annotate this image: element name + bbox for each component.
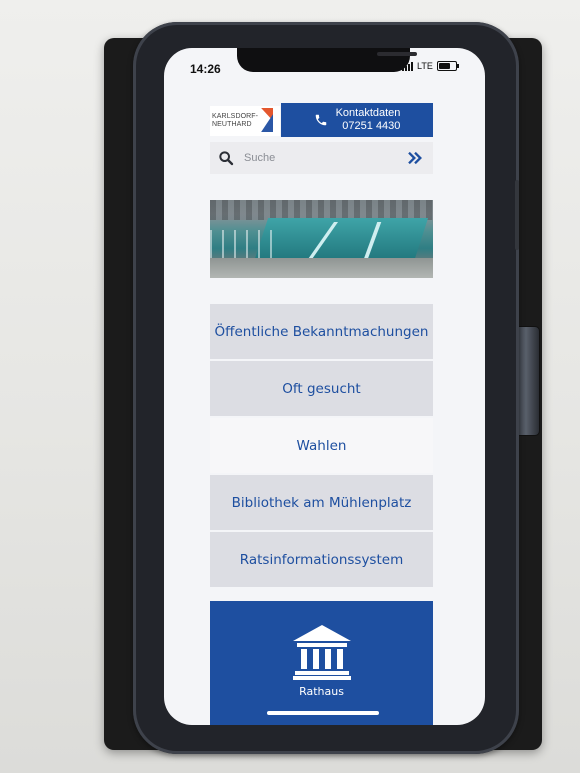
battery-fill [438,63,450,69]
phone-icon [315,114,326,126]
search-icon [219,151,234,166]
notch [237,48,417,72]
hero-image-swimming-pool [210,200,433,278]
contact-button[interactable]: Kontaktdaten 07251 4430 [281,103,433,137]
network-label: LTE [417,61,433,71]
contact-label: Kontaktdaten [335,107,401,119]
logo-text: KARLSDORF- NEUTHARD [212,113,258,129]
search-bar[interactable]: Suche [210,142,433,174]
logo-line-2: NEUTHARD [212,121,252,128]
menu-item-wahlen[interactable]: Wahlen [210,418,433,473]
town-hall-icon [292,625,351,680]
signal-icon [402,61,413,71]
contact-text: Kontaktdaten 07251 4430 [336,107,401,133]
search-input[interactable]: Suche [244,152,407,164]
contact-phone: 07251 4430 [342,120,401,132]
status-time: 14:26 [190,62,221,76]
menu-item-bekanntmachungen[interactable]: Öffentliche Bekanntmachungen [210,304,433,359]
battery-icon [436,61,459,71]
phone-side-button [515,180,519,250]
logo-mark-icon [261,108,274,134]
menu-item-bibliothek[interactable]: Bibliothek am Mühlenplatz [210,475,433,530]
phone-screen: 14:26 LTE KARLSDORF- NEUTHARD Kontaktdat… [164,48,485,725]
menu-item-ratsinformationssystem[interactable]: Ratsinformationssystem [210,532,433,587]
municipality-logo[interactable]: KARLSDORF- NEUTHARD [210,106,280,136]
logo-line-1: KARLSDORF- [212,113,259,120]
rathaus-tile[interactable]: Rathaus [210,601,433,725]
speaker-grille [377,52,417,56]
status-indicators: LTE [402,61,459,71]
home-indicator[interactable] [267,711,379,715]
double-chevron-right-icon[interactable] [407,151,423,165]
menu-item-oft-gesucht[interactable]: Oft gesucht [210,361,433,416]
quick-links-menu: Öffentliche Bekanntmachungen Oft gesucht… [210,304,433,589]
rathaus-label: Rathaus [299,685,344,698]
